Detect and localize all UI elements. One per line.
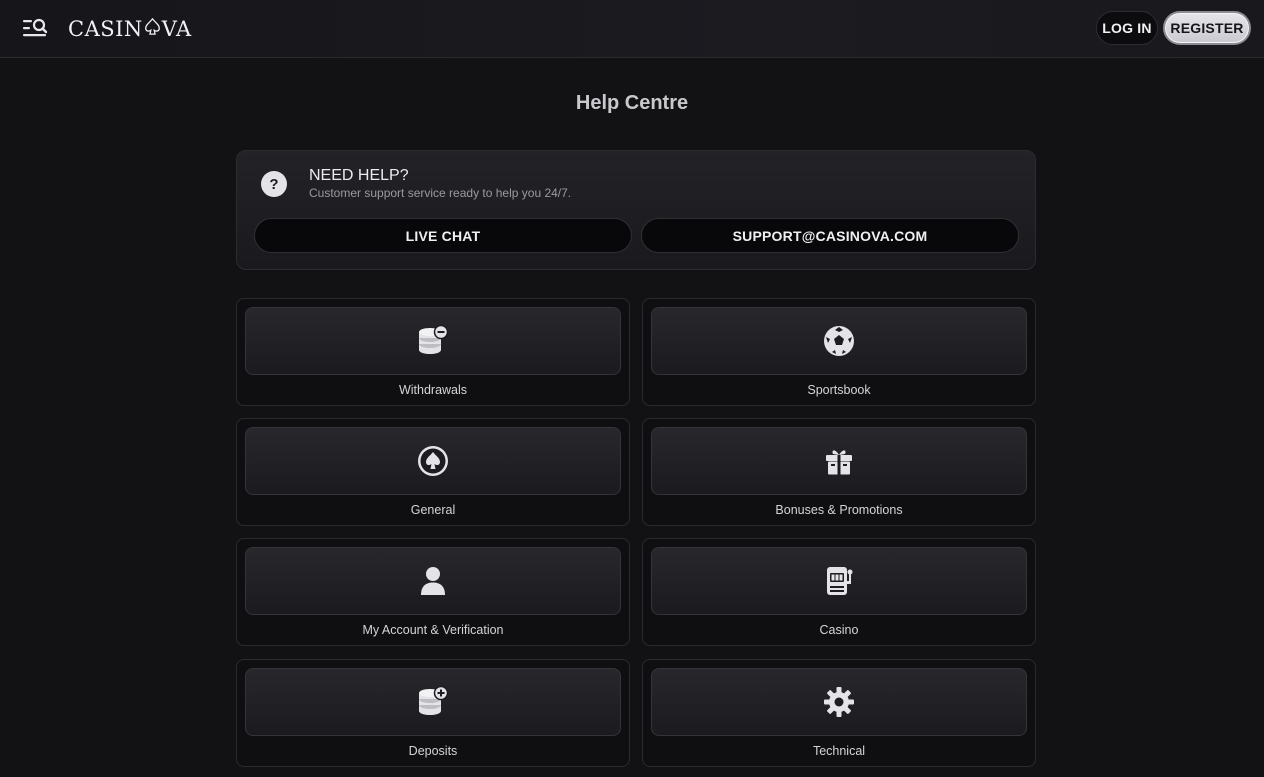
need-help-subtitle: Customer support service ready to help y… xyxy=(309,186,572,200)
category-label: Sportsbook xyxy=(807,383,871,397)
user-icon xyxy=(421,567,445,595)
category-casino[interactable]: Casino xyxy=(642,538,1036,646)
support-email-button[interactable]: SUPPORT@CASINOVA.COM xyxy=(641,218,1019,253)
need-help-title: NEED HELP? xyxy=(309,167,409,184)
menu-search-icon[interactable] xyxy=(22,17,48,39)
slot-machine-icon xyxy=(827,567,853,595)
coins-minus-icon xyxy=(419,324,449,354)
category-withdrawals[interactable]: Withdrawals xyxy=(236,298,630,406)
spade-icon xyxy=(144,17,161,41)
page-title: Help Centre xyxy=(575,92,689,114)
logo-text-right: VA xyxy=(161,17,192,41)
gift-icon xyxy=(826,450,852,475)
top-header: CASIN VA LOG IN REGISTER xyxy=(0,0,1264,58)
category-sportsbook[interactable]: Sportsbook xyxy=(642,298,1036,406)
question-icon: ? xyxy=(261,171,287,197)
category-general[interactable]: General xyxy=(236,418,630,526)
gear-icon xyxy=(824,687,854,717)
category-label: General xyxy=(410,503,456,517)
category-label: Technical xyxy=(812,744,866,758)
category-tile[interactable] xyxy=(245,427,621,495)
logo-text-left: CASIN xyxy=(68,17,143,41)
logo[interactable]: CASIN VA xyxy=(68,15,192,43)
category-tile[interactable] xyxy=(651,427,1027,495)
category-label: Casino xyxy=(819,623,859,637)
register-button[interactable]: REGISTER xyxy=(1163,11,1251,45)
category-label: Deposits xyxy=(408,744,458,758)
soccer-ball-icon xyxy=(824,326,854,356)
category-tile[interactable] xyxy=(651,547,1027,615)
category-deposits[interactable]: Deposits xyxy=(236,659,630,767)
category-label: Bonuses & Promotions xyxy=(775,503,903,517)
category-bonuses-promotions[interactable]: Bonuses & Promotions xyxy=(642,418,1036,526)
spade-icon xyxy=(418,446,448,476)
category-tile[interactable] xyxy=(245,547,621,615)
need-help-card: ? NEED HELP? Customer support service re… xyxy=(236,150,1036,270)
coins-plus-icon xyxy=(419,685,449,715)
category-label: My Account & Verification xyxy=(362,623,504,637)
login-button[interactable]: LOG IN xyxy=(1096,11,1158,45)
category-tile[interactable] xyxy=(245,307,621,375)
category-label: Withdrawals xyxy=(398,383,468,397)
category-tile[interactable] xyxy=(651,307,1027,375)
category-technical[interactable]: Technical xyxy=(642,659,1036,767)
category-my-account-verification[interactable]: My Account & Verification xyxy=(236,538,630,646)
category-tile[interactable] xyxy=(245,668,621,736)
category-tile[interactable] xyxy=(651,668,1027,736)
live-chat-button[interactable]: LIVE CHAT xyxy=(254,218,632,253)
